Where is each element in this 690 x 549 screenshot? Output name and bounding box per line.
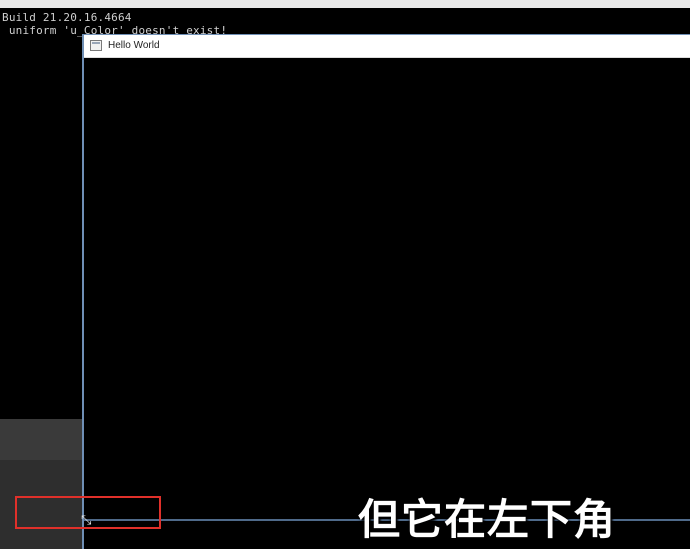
app-window-icon (90, 40, 102, 51)
window-titlebar[interactable]: Hello World (84, 35, 690, 58)
subtitle-caption: 但它在左下角 (358, 495, 617, 544)
window-title: Hello World (108, 40, 160, 51)
hello-world-window[interactable]: Hello World (82, 34, 690, 549)
console-output-line: Build 21.20.16.4664 (2, 11, 132, 24)
render-canvas[interactable] (84, 58, 690, 549)
resize-diagonal-cursor-icon: ⤡ (81, 513, 92, 528)
console-titlebar (0, 0, 690, 8)
